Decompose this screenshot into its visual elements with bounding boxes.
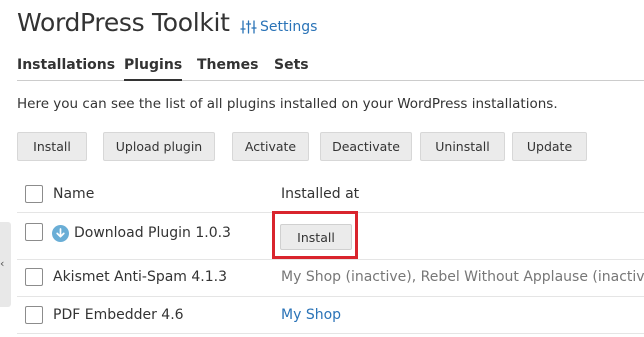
tab-sets[interactable]: Sets [274,57,309,73]
column-header-installed-at: Installed at [281,186,360,202]
tab-bar: Installations Plugins Themes Sets [17,56,644,81]
plugin-name-akismet: Akismet Anti-Spam 4.1.3 [53,269,228,285]
table-divider [17,259,644,260]
update-button[interactable]: Update [512,132,587,161]
page-title: WordPress Toolkit [17,8,230,37]
chevron-left-icon: ‹ [0,257,5,270]
row-checkbox-akismet[interactable] [25,268,43,286]
row-checkbox-pdf-embedder[interactable] [25,306,43,324]
activate-button[interactable]: Activate [232,132,309,161]
deactivate-button[interactable]: Deactivate [320,132,412,161]
installed-at-link-my-shop[interactable]: My Shop [281,307,341,323]
highlight-box [272,211,358,259]
sliders-icon [240,20,257,34]
tab-installations[interactable]: Installations [17,57,115,73]
table-divider [17,333,644,334]
plugin-name-download-plugin: Download Plugin 1.0.3 [74,225,231,241]
settings-label[interactable]: Settings [260,19,317,35]
download-circle-icon [52,225,69,242]
settings-link[interactable]: Settings [240,19,317,35]
installed-at-akismet: My Shop (inactive), Rebel Without Applau… [281,269,644,285]
upload-plugin-button[interactable]: Upload plugin [103,132,215,161]
column-header-name[interactable]: Name [53,186,94,202]
plugin-name-pdf-embedder: PDF Embedder 4.6 [53,307,184,323]
intro-text: Here you can see the list of all plugins… [17,96,558,112]
tab-themes[interactable]: Themes [197,57,258,73]
install-button[interactable]: Install [17,132,87,161]
select-all-checkbox[interactable] [25,185,43,203]
row-checkbox-download-plugin[interactable] [25,223,43,241]
tab-plugins[interactable]: Plugins [124,57,183,81]
table-divider [17,296,644,297]
uninstall-button[interactable]: Uninstall [420,132,505,161]
